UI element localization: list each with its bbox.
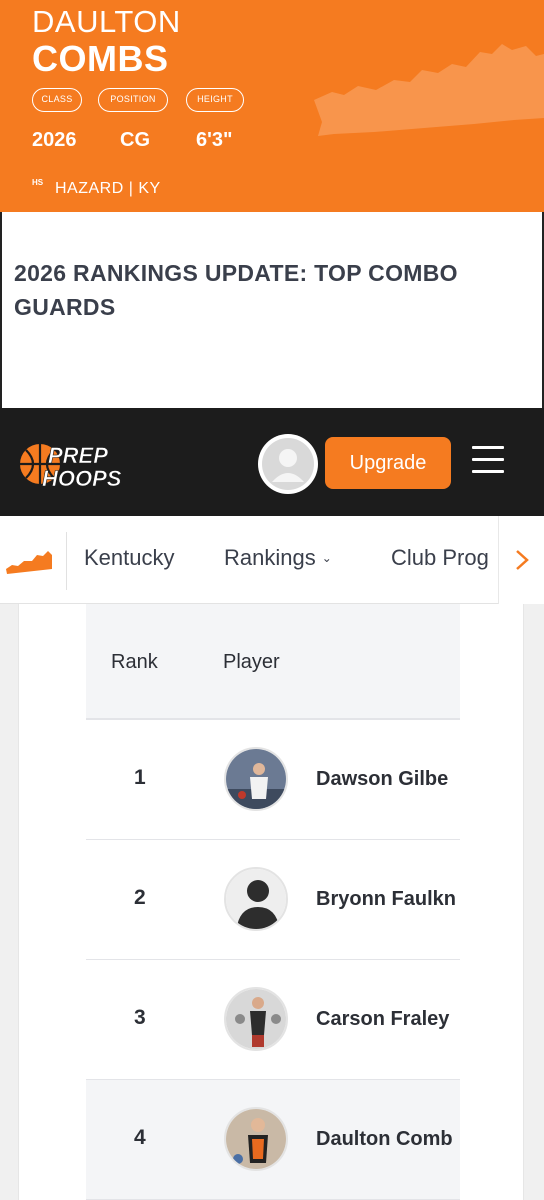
player-photo[interactable] (224, 867, 288, 931)
table-header: Rank Player (86, 604, 460, 720)
table-row[interactable]: 4 Daulton Comb (86, 1080, 460, 1200)
kentucky-state-icon[interactable] (4, 549, 54, 575)
state-subnav: Kentucky Rankings ⌄ Club Prog (0, 516, 544, 604)
hs-label: HS (32, 178, 44, 187)
player-photo-image (226, 989, 286, 1049)
table-row[interactable]: 2 Bryonn Faulkn (86, 840, 460, 960)
hamburger-menu-icon[interactable] (472, 446, 506, 478)
nav-item-club-programs[interactable]: Club Prog (391, 545, 498, 571)
nav-item-rankings[interactable]: Rankings ⌄ (224, 545, 332, 571)
kentucky-state-watermark-icon (314, 44, 544, 136)
nav-item-kentucky[interactable]: Kentucky (84, 545, 175, 571)
player-last-name: COMBS (32, 38, 169, 79)
player-photo-image (226, 1109, 286, 1169)
rank-value: 1 (134, 766, 146, 789)
user-avatar-icon (262, 438, 314, 490)
height-value: 6'3" (196, 129, 233, 151)
player-name-link[interactable]: Dawson Gilbe (316, 768, 448, 791)
column-header-rank[interactable]: Rank (111, 651, 158, 674)
rank-value: 3 (134, 1006, 146, 1029)
height-label: HEIGHT (186, 88, 244, 112)
player-name-link[interactable]: Daulton Comb (316, 1128, 453, 1151)
article-header: 2026 RANKINGS UPDATE: TOP COMBO GUARDS (0, 212, 544, 408)
page: DAULTON COMBS CLASS POSITION HEIGHT 2026… (0, 0, 544, 1200)
chevron-down-icon: ⌄ (321, 551, 332, 565)
nav-item-rankings-label: Rankings (224, 545, 316, 570)
logo-text-top: PREP (48, 443, 108, 468)
player-name-link[interactable]: Bryonn Faulkn (316, 888, 456, 911)
position-value: CG (120, 129, 150, 151)
position-label: POSITION (98, 88, 168, 112)
player-photo[interactable] (224, 1107, 288, 1171)
upgrade-button[interactable]: Upgrade (325, 437, 451, 489)
rank-value: 4 (134, 1126, 146, 1149)
subnav-scroll-right-button[interactable] (498, 516, 544, 604)
table-row[interactable]: 3 Carson Fraley (86, 960, 460, 1080)
player-name-link[interactable]: Carson Fraley (316, 1008, 449, 1031)
class-label: CLASS (32, 88, 82, 112)
school-link[interactable]: HAZARD | KY (55, 180, 161, 198)
article-headline: 2026 RANKINGS UPDATE: TOP COMBO GUARDS (14, 260, 458, 320)
table-row[interactable]: 1 Dawson Gilbe (86, 720, 460, 840)
player-photo-image (226, 749, 286, 809)
player-card: DAULTON COMBS CLASS POSITION HEIGHT 2026… (0, 0, 544, 212)
class-value: 2026 (32, 129, 77, 151)
column-header-player[interactable]: Player (223, 651, 280, 674)
rank-value: 2 (134, 886, 146, 909)
prep-hoops-logo[interactable]: PREP HOOPS (18, 436, 148, 496)
player-photo[interactable] (224, 987, 288, 1051)
rankings-table: Rank Player 1 Dawson Gilbe 2 Bryonn Faul… (18, 604, 524, 1200)
subnav-divider (66, 532, 67, 590)
player-first-name: DAULTON (32, 4, 181, 39)
logo-text-bottom: HOOPS (42, 466, 122, 491)
user-avatar-button[interactable] (258, 434, 318, 494)
chevron-right-icon (516, 550, 529, 570)
player-photo[interactable] (224, 747, 288, 811)
default-player-silhouette-icon (226, 869, 286, 929)
